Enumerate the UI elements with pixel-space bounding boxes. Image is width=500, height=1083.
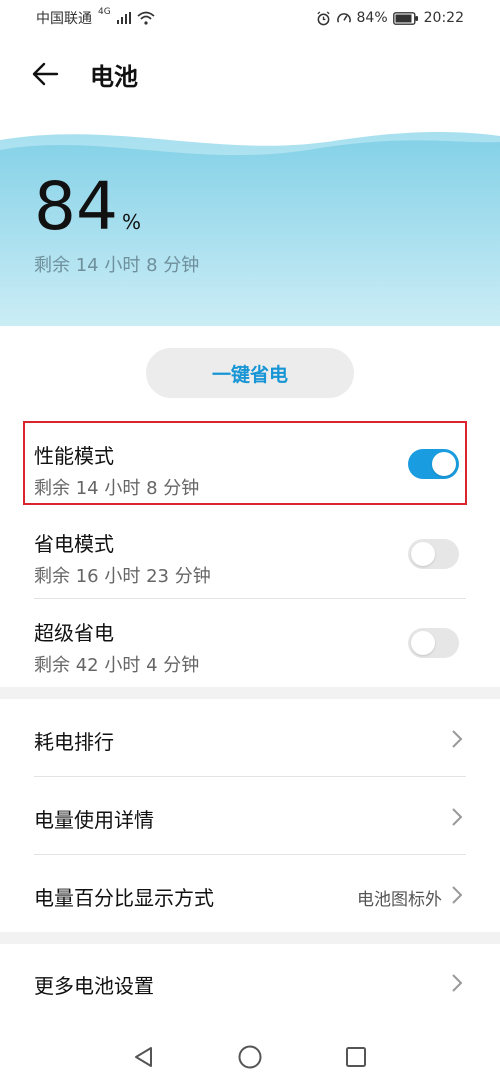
nav-recents-button[interactable] — [341, 1042, 371, 1072]
divider — [34, 598, 466, 599]
list-item-label: 电量百分比显示方式 — [34, 886, 214, 910]
battery-remaining-time: 剩余 14 小时 8 分钟 — [34, 255, 200, 276]
list-item-label: 耗电排行 — [34, 730, 114, 754]
list-item-label: 更多电池设置 — [34, 974, 154, 998]
list-item-more-settings[interactable]: 更多电池设置 — [0, 944, 500, 1022]
chevron-right-icon — [452, 974, 463, 992]
list-item-label: 电量使用详情 — [34, 808, 154, 832]
toggle-knob — [411, 631, 435, 655]
power-saving-mode-toggle[interactable] — [408, 539, 459, 569]
list-item-usage-details[interactable]: 电量使用详情 — [0, 778, 500, 856]
signal-icon — [116, 12, 131, 24]
page-title: 电池 — [90, 62, 138, 91]
divider — [34, 854, 466, 855]
highlight-annotation-box — [23, 421, 467, 505]
nav-back-icon — [135, 1047, 152, 1067]
battery-percentage: 84% — [34, 174, 141, 240]
status-left: 中国联通 4G — [36, 7, 155, 28]
nav-recents-icon — [346, 1047, 366, 1067]
list-item-value: 电池图标外 — [357, 890, 442, 910]
carrier-name: 中国联通 — [36, 11, 92, 27]
status-bar: 中国联通 4G 84% 20:22 — [0, 0, 500, 36]
status-right: 84% 20:22 — [316, 10, 464, 26]
chevron-right-icon — [452, 730, 463, 748]
back-button[interactable] — [0, 44, 90, 104]
nav-back-button[interactable] — [128, 1042, 158, 1072]
chevron-right-icon — [452, 886, 463, 904]
nav-home-button[interactable] — [235, 1042, 265, 1072]
battery-percent-text: 84% — [356, 10, 388, 26]
mode-title: 超级省电 — [34, 621, 114, 645]
battery-percentage-value: 84 — [34, 168, 118, 245]
mode-row-power-saving[interactable]: 省电模式 剩余 16 小时 23 分钟 — [0, 512, 500, 602]
chevron-right-icon — [452, 808, 463, 826]
one-key-save-button[interactable]: 一键省电 — [146, 348, 354, 398]
nav-home-icon — [238, 1045, 262, 1069]
section-separator — [0, 687, 500, 699]
list-item-percentage-display[interactable]: 电量百分比显示方式 电池图标外 — [0, 856, 500, 934]
clock-time: 20:22 — [423, 10, 464, 26]
battery-icon — [392, 11, 418, 25]
toggle-knob — [411, 542, 435, 566]
battery-settings-page: 中国联通 4G 84% 20:22 电池 84 % 剩余 14 小时 8 分钟 … — [0, 0, 500, 1083]
mode-remaining: 剩余 42 小时 4 分钟 — [34, 655, 200, 676]
battery-hero: 84% 剩余 14 小时 8 分钟 — [0, 110, 500, 326]
battery-percentage-sign: % — [121, 210, 141, 234]
ultra-saving-mode-toggle[interactable] — [408, 628, 459, 658]
mode-remaining: 剩余 16 小时 23 分钟 — [34, 566, 211, 587]
arrow-left-icon — [32, 62, 59, 86]
app-header: 电池 — [0, 44, 500, 104]
divider — [34, 776, 466, 777]
system-nav-bar — [0, 1028, 500, 1083]
network-type: 4G — [98, 7, 111, 17]
mode-title: 省电模式 — [34, 532, 114, 556]
alarm-icon — [316, 10, 330, 25]
section-separator — [0, 932, 500, 944]
speed-gauge-icon — [336, 12, 351, 23]
list-item-power-ranking[interactable]: 耗电排行 — [0, 700, 500, 778]
wifi-icon — [137, 11, 155, 25]
mode-row-ultra-saving[interactable]: 超级省电 剩余 42 小时 4 分钟 — [0, 601, 500, 691]
